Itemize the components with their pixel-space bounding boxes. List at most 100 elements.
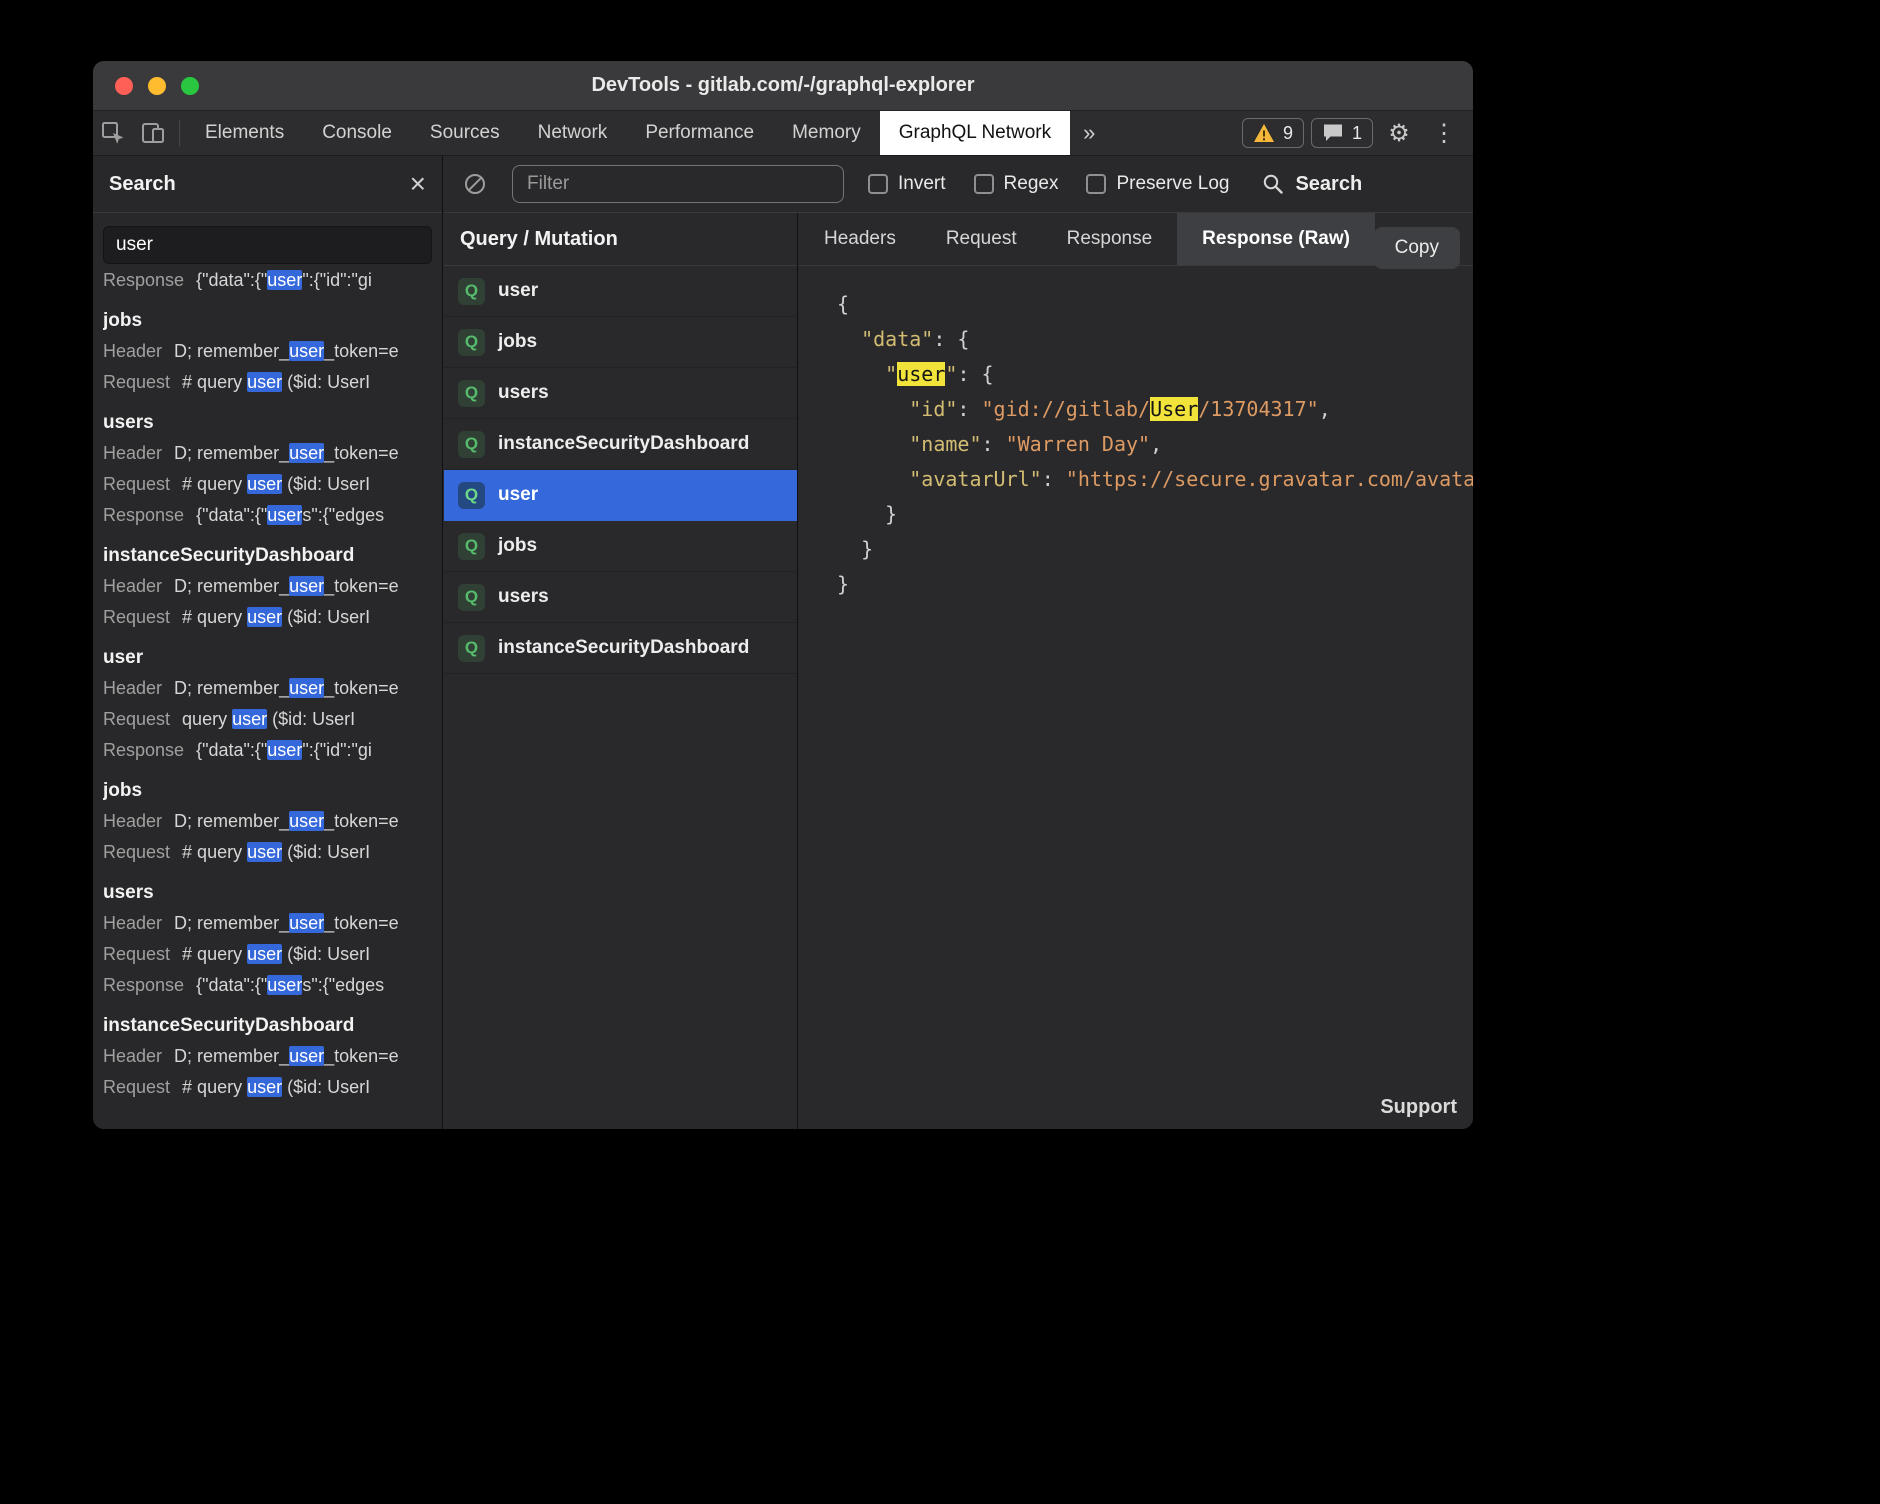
result-line-content: D; remember_user_token=e [174,806,399,837]
search-result-line[interactable]: Request # query user ($id: UserI [103,837,432,868]
warnings-badge[interactable]: 9 [1242,118,1304,148]
filter-input[interactable] [512,165,844,203]
result-text: _token=e [324,443,399,463]
result-line-content: # query user ($id: UserI [182,1072,370,1103]
search-result-line[interactable]: Response{"data":{"users":{"edges [103,970,432,1001]
match-highlight: user [247,607,282,627]
inspect-element-button[interactable] [93,111,133,155]
warning-icon [1253,123,1275,143]
result-text: ($id: UserI [267,709,355,729]
json-token: "id" [909,397,957,421]
devtools-menu-button[interactable]: ⋮ [1425,111,1463,156]
result-text: {"data":{" [196,975,267,995]
search-result-line[interactable]: Response{"data":{"users":{"edges [103,500,432,531]
query-item-users[interactable]: Qusers [444,368,797,419]
search-result-group: userHeaderD; remember_user_token=eReques… [103,633,432,766]
checkbox-label: Invert [898,173,946,195]
settings-button[interactable]: ⚙ [1380,111,1418,156]
close-search-panel-icon[interactable]: × [410,170,426,198]
search-result-line[interactable]: Response{"data":{"user":{"id":"gi [103,270,432,296]
filter-toolbar: Invert Regex Preserve Log Search [444,156,1473,213]
query-item-label: jobs [498,535,537,557]
result-line-content: {"data":{"user":{"id":"gi [196,270,372,296]
query-item-jobs[interactable]: Qjobs [444,521,797,572]
tab-sources[interactable]: Sources [411,111,519,155]
search-result-line[interactable]: Request# query user ($id: UserI [103,469,432,500]
search-panel-header: Search × [93,156,442,213]
search-result-line[interactable]: Requestquery user ($id: UserI [103,704,432,735]
toolbar-search-button[interactable]: Search [1261,172,1362,196]
search-results: Response{"data":{"user":{"id":"gijobsHea… [103,270,432,1129]
search-result-title[interactable]: jobs [103,766,432,806]
query-item-instancesecuritydashboard[interactable]: QinstanceSecurityDashboard [444,419,797,470]
tab-memory[interactable]: Memory [773,111,880,155]
query-item-user[interactable]: Quser [444,470,797,521]
result-line-content: {"data":{"user":{"id":"gi [196,735,372,766]
search-result-line[interactable]: HeaderD; remember_user_token=e [103,908,432,939]
result-line-label: Header [103,438,162,469]
tab-elements[interactable]: Elements [186,111,303,155]
copy-button[interactable]: Copy [1374,227,1460,269]
detail-tab-response-raw[interactable]: Response (Raw) [1177,213,1375,265]
search-result-line[interactable]: HeaderD; remember_user_token=e [103,673,432,704]
checkbox-label: Regex [1004,173,1059,195]
json-token: } [837,502,897,526]
result-text: D; remember_ [174,443,289,463]
zoom-window-button[interactable] [181,77,199,95]
detail-tab-request[interactable]: Request [921,213,1042,265]
json-token: " [945,362,957,386]
search-result-line[interactable]: HeaderD; remember_user_token=e [103,571,432,602]
search-result-line[interactable]: HeaderD; remember_user_token=e [103,336,432,367]
search-result-line[interactable]: Request# query user ($id: UserI [103,367,432,398]
result-text: # query [182,944,247,964]
search-result-line[interactable]: Request# query user ($id: UserI [103,602,432,633]
detail-tab-response[interactable]: Response [1042,213,1178,265]
tab-performance[interactable]: Performance [626,111,773,155]
query-type-badge: Q [458,329,485,356]
tab-console[interactable]: Console [303,111,411,155]
close-window-button[interactable] [115,77,133,95]
json-token: /13704317" [1198,397,1318,421]
checkbox-label: Preserve Log [1116,173,1229,195]
result-line-label: Header [103,571,162,602]
match-highlight: user [232,709,267,729]
search-result-line[interactable]: Request# query user ($id: UserI [103,939,432,970]
json-token: { [837,292,849,316]
search-input[interactable] [103,226,432,264]
json-token: "https://secure.gravatar.com/avatar [1066,467,1473,491]
search-result-title[interactable]: users [103,398,432,438]
issues-badge[interactable]: 1 [1311,118,1373,148]
query-item-instancesecuritydashboard[interactable]: QinstanceSecurityDashboard [444,623,797,674]
response-tabs: HeadersRequestResponseResponse (Raw) × [799,213,1473,266]
result-line-label: Request [103,469,170,500]
checkbox-regex[interactable]: Regex [974,173,1059,195]
search-result-title[interactable]: users [103,868,432,908]
search-result-title[interactable]: instanceSecurityDashboard [103,1001,432,1041]
result-line-label: Request [103,837,170,868]
match-highlight: user [247,1077,282,1097]
tab-network[interactable]: Network [519,111,627,155]
detail-tab-headers[interactable]: Headers [799,213,921,265]
tab-graphql-network[interactable]: GraphQL Network [880,111,1070,155]
search-result-line[interactable]: Response{"data":{"user":{"id":"gi [103,735,432,766]
search-result-line[interactable]: HeaderD; remember_user_token=e [103,438,432,469]
search-result-line[interactable]: Request# query user ($id: UserI [103,1072,432,1103]
checkbox-invert[interactable]: Invert [868,173,946,195]
checkbox-preserve-log[interactable]: Preserve Log [1086,173,1229,195]
minimize-window-button[interactable] [148,77,166,95]
search-result-title[interactable]: instanceSecurityDashboard [103,531,432,571]
result-line-content: # query user ($id: UserI [182,837,370,868]
search-result-title[interactable]: jobs [103,296,432,336]
clear-log-icon[interactable] [462,171,488,197]
search-result-line[interactable]: HeaderD; remember_user_token=e [103,1041,432,1072]
query-item-jobs[interactable]: Qjobs [444,317,797,368]
support-link[interactable]: Support [1380,1096,1457,1119]
result-text: ($id: UserI [282,944,370,964]
more-tabs-button[interactable]: » [1070,111,1108,155]
query-item-user[interactable]: Quser [444,266,797,317]
result-text: {"data":{" [196,270,267,290]
query-item-users[interactable]: Qusers [444,572,797,623]
device-toolbar-button[interactable] [133,111,173,155]
search-result-title[interactable]: user [103,633,432,673]
search-result-line[interactable]: HeaderD; remember_user_token=e [103,806,432,837]
